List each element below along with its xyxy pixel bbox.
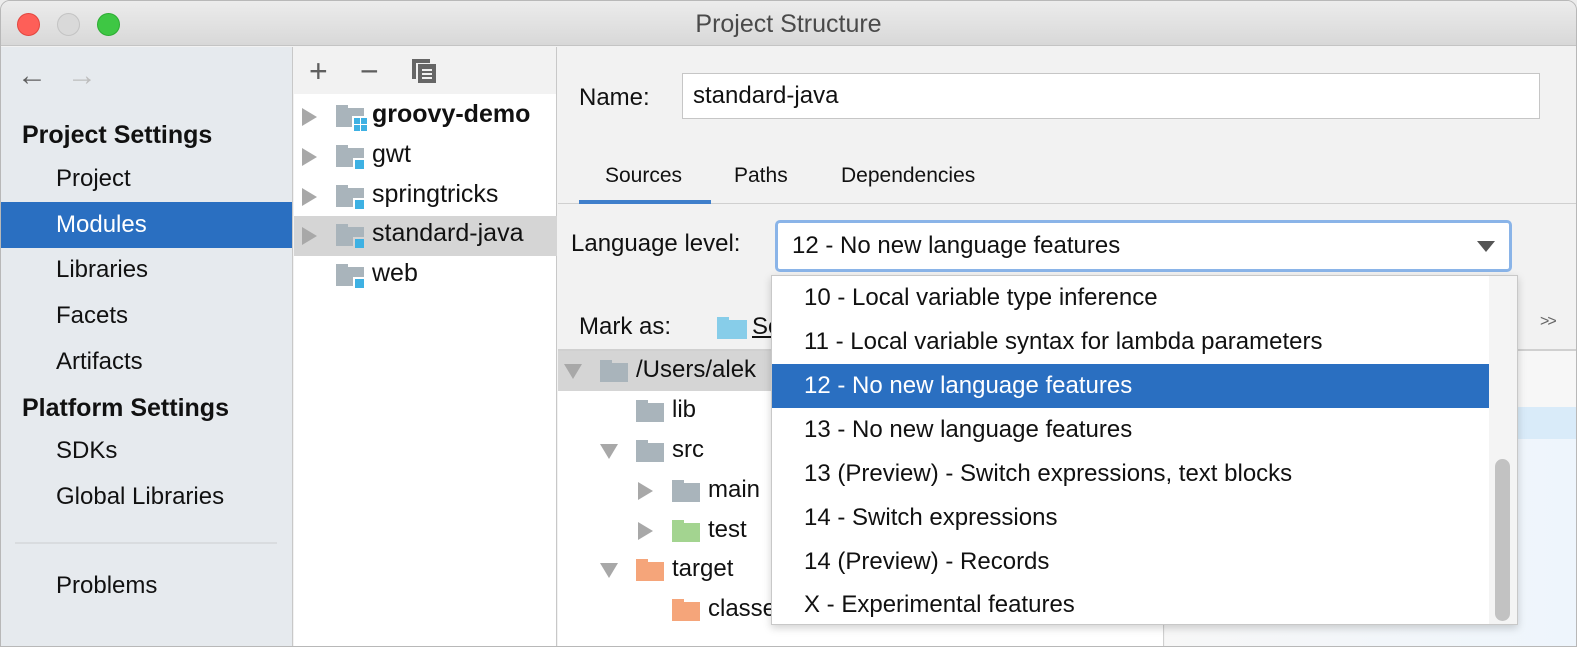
tree-label: lib (672, 396, 697, 423)
forward-arrow-icon[interactable]: → (67, 59, 117, 93)
project-settings-heading: Project Settings (22, 121, 213, 149)
back-arrow-icon[interactable]: ← (17, 59, 67, 93)
sidebar-item-project[interactable]: Project (1, 156, 292, 202)
chevron-down-icon[interactable] (1477, 241, 1495, 252)
module-name-input[interactable]: standard-java (682, 73, 1540, 119)
module-name: groovy-demo (372, 100, 531, 128)
module-row-web[interactable]: web (294, 256, 557, 296)
dropdown-scrollbar[interactable] (1489, 276, 1517, 624)
language-level-option[interactable]: 14 (Preview) - Records (772, 540, 1490, 584)
folder-icon (672, 480, 700, 502)
sidebar-item-modules[interactable]: Modules (1, 202, 292, 248)
module-folder-icon (336, 145, 366, 171)
module-folder-icon (336, 185, 366, 211)
expand-arrow-icon[interactable] (638, 522, 653, 540)
expand-arrow-icon[interactable] (302, 188, 317, 206)
module-name: gwt (372, 140, 411, 168)
tree-label: main (708, 476, 761, 503)
expand-arrow-icon[interactable] (638, 482, 653, 500)
project-structure-window: Project Structure ← → Project Settings Pr… (0, 0, 1577, 647)
expand-arrow-icon[interactable] (302, 148, 317, 166)
sidebar-item-libraries[interactable]: Libraries (1, 247, 292, 293)
sidebar-item-facets[interactable]: Facets (1, 293, 292, 339)
module-folder-icon (336, 264, 366, 290)
module-row-springtricks[interactable]: springtricks (294, 177, 557, 217)
double-chevron-right-icon[interactable]: >> (1540, 313, 1557, 331)
language-level-option-selected[interactable]: 12 - No new language features (772, 364, 1490, 408)
module-name: standard-java (372, 219, 524, 247)
language-level-option[interactable]: 13 (Preview) - Switch expressions, text … (772, 452, 1490, 496)
sidebar-divider (15, 542, 277, 544)
test-folder-icon (672, 520, 700, 542)
sidebar-item-global-libraries[interactable]: Global Libraries (1, 474, 292, 520)
language-level-option[interactable]: 10 - Local variable type inference (772, 276, 1490, 320)
language-level-option[interactable]: 11 - Local variable syntax for lambda pa… (772, 320, 1490, 364)
active-tab-indicator (579, 200, 711, 204)
sidebar-item-artifacts[interactable]: Artifacts (1, 339, 292, 385)
window-title: Project Structure (695, 10, 882, 38)
language-level-value: 12 - No new language features (792, 232, 1121, 259)
module-name: web (372, 259, 418, 287)
tab-sources[interactable]: Sources (605, 164, 682, 188)
expand-arrow-icon[interactable] (302, 108, 317, 126)
tree-label: src (672, 436, 704, 463)
settings-sidebar: ← → Project Settings Project Modules Libr… (1, 47, 293, 646)
module-tabs: Sources Paths Dependencies (558, 153, 1576, 204)
mark-as-label: Mark as: (579, 313, 672, 340)
folder-icon (636, 440, 664, 462)
module-row-groovy-demo[interactable]: groovy-demo (294, 97, 557, 137)
title-bar: Project Structure (1, 1, 1576, 46)
tab-paths[interactable]: Paths (734, 164, 788, 188)
language-level-dropdown: 10 - Local variable type inference 11 - … (771, 275, 1518, 625)
copy-icon[interactable] (412, 59, 436, 83)
module-row-standard-java[interactable]: standard-java (294, 216, 557, 256)
remove-module-button[interactable]: − (360, 53, 379, 89)
language-level-label: Language level: (571, 230, 741, 257)
folder-icon (636, 400, 664, 422)
collapse-arrow-icon[interactable] (600, 563, 618, 578)
module-name: springtricks (372, 180, 499, 208)
sidebar-item-problems[interactable]: Problems (1, 563, 292, 609)
language-level-select[interactable]: 12 - No new language features (775, 220, 1512, 272)
module-row-gwt[interactable]: gwt (294, 137, 557, 177)
name-label: Name: (579, 84, 650, 111)
tree-label: target (672, 555, 734, 582)
collapse-arrow-icon[interactable] (600, 444, 618, 459)
language-level-option[interactable]: 13 - No new language features (772, 408, 1490, 452)
excluded-folder-icon (636, 559, 664, 581)
excluded-folder-icon (672, 599, 700, 621)
platform-settings-heading: Platform Settings (22, 394, 229, 422)
tree-label: test (708, 516, 747, 543)
expand-arrow-icon[interactable] (302, 227, 317, 245)
add-module-button[interactable]: + (309, 53, 328, 89)
scrollbar-thumb[interactable] (1495, 459, 1510, 621)
modules-panel: + − groovy-demo gwt springtricks standar… (294, 47, 557, 646)
module-folder-icon (336, 105, 367, 131)
sources-folder-icon (717, 317, 747, 339)
modules-toolbar: + − (294, 47, 556, 94)
language-level-option[interactable]: X - Experimental features (772, 583, 1490, 627)
module-folder-icon (336, 224, 366, 250)
collapse-arrow-icon[interactable] (564, 364, 582, 379)
sidebar-item-sdks[interactable]: SDKs (1, 428, 292, 474)
tab-dependencies[interactable]: Dependencies (841, 164, 975, 188)
folder-icon (600, 360, 628, 382)
tree-label: /Users/alek (636, 356, 757, 383)
language-level-option[interactable]: 14 - Switch expressions (772, 496, 1490, 540)
